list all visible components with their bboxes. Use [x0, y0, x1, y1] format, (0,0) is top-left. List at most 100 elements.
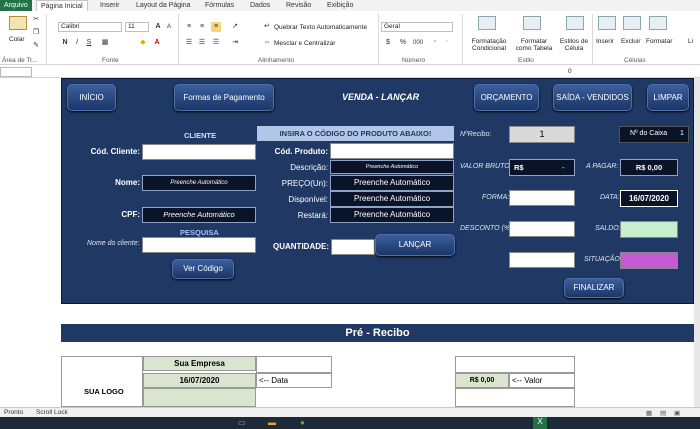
paste-label[interactable]: Colar — [9, 36, 25, 43]
situacao-label: SITUAÇÃO: — [584, 256, 622, 263]
vertical-scrollbar[interactable] — [694, 78, 700, 407]
orientation-icon[interactable]: ↗ — [230, 22, 240, 32]
delete-cells-icon[interactable] — [623, 16, 641, 30]
view-normal-icon[interactable]: ▦ — [646, 409, 652, 417]
separator — [378, 14, 379, 64]
format-cells-button[interactable]: Formatar — [646, 38, 672, 45]
align-middle-icon[interactable]: ≡ — [197, 22, 207, 32]
cell-styles-button[interactable]: Estilos de Célula — [556, 38, 592, 52]
tab-inserir[interactable]: Inserir — [100, 0, 119, 11]
font-name-combo[interactable]: Calibri — [58, 22, 122, 32]
nome-label: Nome: — [115, 178, 140, 187]
excel-taskbar-icon[interactable]: X — [533, 417, 547, 429]
limpar-button[interactable]: LIMPAR — [647, 84, 689, 111]
cod-produto-input[interactable] — [330, 143, 454, 159]
folder-icon[interactable]: ▬ — [268, 418, 276, 427]
desconto-label: DESCONTO (%): — [460, 225, 515, 232]
valor-bruto-label: VALOR BRUTO: — [460, 163, 512, 170]
format-table-button[interactable]: Formatar como Tabela — [512, 38, 556, 52]
number-format-combo[interactable]: Geral — [381, 22, 453, 32]
recibo-value: 1 — [509, 126, 575, 143]
pesquisa-section-title: PESQUISA — [180, 228, 219, 237]
indent-icon[interactable]: ⇥ — [230, 38, 240, 48]
merge-center-button[interactable]: Mesclar e Centralizar — [274, 40, 335, 47]
cod-cliente-input[interactable] — [142, 144, 256, 160]
saida-vendidos-button[interactable]: SAÍDA - VENDIDOS — [553, 84, 632, 111]
data-label: DATA: — [600, 194, 620, 201]
conditional-format-button[interactable]: Formatação Condicional — [466, 38, 512, 52]
paste-icon[interactable] — [9, 16, 27, 30]
insert-cells-icon[interactable] — [598, 16, 616, 30]
conditional-format-icon[interactable] — [478, 16, 496, 30]
venda-panel: INÍCIO Formas de Pagamento VENDA - LANÇA… — [61, 78, 694, 304]
nome-cliente-input[interactable] — [142, 237, 256, 253]
cell-styles-icon[interactable] — [566, 16, 584, 30]
quantidade-input[interactable] — [331, 239, 375, 255]
insert-cells-button[interactable]: Inserir — [596, 38, 614, 45]
currency-icon[interactable]: $ — [383, 38, 393, 48]
taskbar: ▭ ▬ ● X — [0, 417, 700, 429]
cod-produto-label: Cód. Produto: — [274, 147, 328, 156]
orcamento-button[interactable]: ORÇAMENTO — [474, 84, 539, 111]
chrome-icon[interactable]: ● — [300, 418, 305, 427]
align-center-icon[interactable]: ☰ — [197, 38, 207, 48]
name-box[interactable] — [0, 67, 32, 77]
alignment-group-label: Alinhamento — [258, 57, 295, 64]
preco-label: PREÇO(Un): — [281, 179, 328, 188]
percent-button[interactable]: % — [398, 38, 408, 48]
edit-clear-button[interactable]: Li — [688, 38, 693, 45]
inicio-button[interactable]: INÍCIO — [67, 84, 116, 111]
fill-color-icon[interactable]: ◆ — [138, 38, 148, 48]
view-page-break-icon[interactable]: ▣ — [674, 409, 680, 417]
bold-button[interactable]: N — [60, 38, 70, 48]
tab-revisao[interactable]: Revisão — [286, 0, 311, 11]
align-top-icon[interactable]: ≡ — [184, 22, 194, 32]
shrink-font-icon[interactable]: A — [164, 22, 174, 32]
page-title: VENDA - LANÇAR — [342, 92, 420, 102]
forma-input[interactable] — [509, 190, 575, 206]
copy-icon[interactable]: ❐ — [31, 28, 41, 38]
decrease-decimal-icon[interactable]: ⁻ — [442, 38, 452, 48]
recibo-right-bottom — [455, 388, 575, 407]
lancar-button[interactable]: LANÇAR — [375, 234, 455, 256]
nome-cliente-label: Nome do cliente: — [87, 240, 140, 247]
separator — [46, 14, 47, 64]
separator — [178, 14, 179, 64]
cliente-section-title: CLIENTE — [184, 131, 217, 140]
desconto-input[interactable] — [509, 221, 575, 237]
tab-dados[interactable]: Dados — [250, 0, 270, 11]
tab-arquivo[interactable]: Arquivo — [0, 0, 32, 11]
view-page-layout-icon[interactable]: ▤ — [660, 409, 666, 417]
merge-center-icon[interactable]: ⇔ — [262, 38, 272, 48]
increase-decimal-icon[interactable]: ⁺ — [430, 38, 440, 48]
grow-font-icon[interactable]: A — [153, 22, 163, 32]
align-bottom-icon[interactable]: ≡ — [211, 22, 221, 32]
align-left-icon[interactable]: ☰ — [184, 38, 194, 48]
cut-icon[interactable]: ✂ — [31, 15, 41, 25]
ver-codigo-button[interactable]: Ver Código — [172, 259, 234, 279]
borders-icon[interactable]: ▦ — [100, 38, 110, 48]
align-right-icon[interactable]: ☰ — [211, 38, 221, 48]
font-size-combo[interactable]: 11 — [125, 22, 149, 32]
delete-cells-button[interactable]: Excluir — [621, 38, 641, 45]
thousands-button[interactable]: 000 — [410, 38, 426, 48]
format-cells-icon[interactable] — [649, 16, 667, 30]
tab-pagina-inicial[interactable]: Página Inicial — [36, 0, 88, 11]
formas-pagamento-button[interactable]: Formas de Pagamento — [174, 84, 274, 111]
valor-bruto-currency: R$ — [514, 163, 524, 172]
wrap-text-button[interactable]: Quebrar Texto Automaticamente — [274, 24, 367, 31]
recibo-valor-cell: R$ 0,00 — [455, 373, 509, 388]
format-painter-icon[interactable]: ✎ — [31, 41, 41, 51]
extra-input[interactable] — [509, 252, 575, 268]
wrap-text-icon[interactable]: ↵ — [262, 22, 272, 32]
tab-exibicao[interactable]: Exibição — [327, 0, 353, 11]
italic-button[interactable]: I — [72, 38, 82, 48]
tab-layout[interactable]: Layout da Página — [136, 0, 191, 11]
font-color-icon[interactable]: A — [152, 38, 162, 48]
caixa-value: 1 — [680, 130, 684, 137]
tab-formulas[interactable]: Fórmulas — [205, 0, 234, 11]
finalizar-button[interactable]: FINALIZAR — [564, 278, 624, 298]
format-table-icon[interactable] — [523, 16, 541, 30]
taskbar-app-icon[interactable]: ▭ — [238, 418, 246, 427]
underline-button[interactable]: S — [84, 38, 94, 48]
